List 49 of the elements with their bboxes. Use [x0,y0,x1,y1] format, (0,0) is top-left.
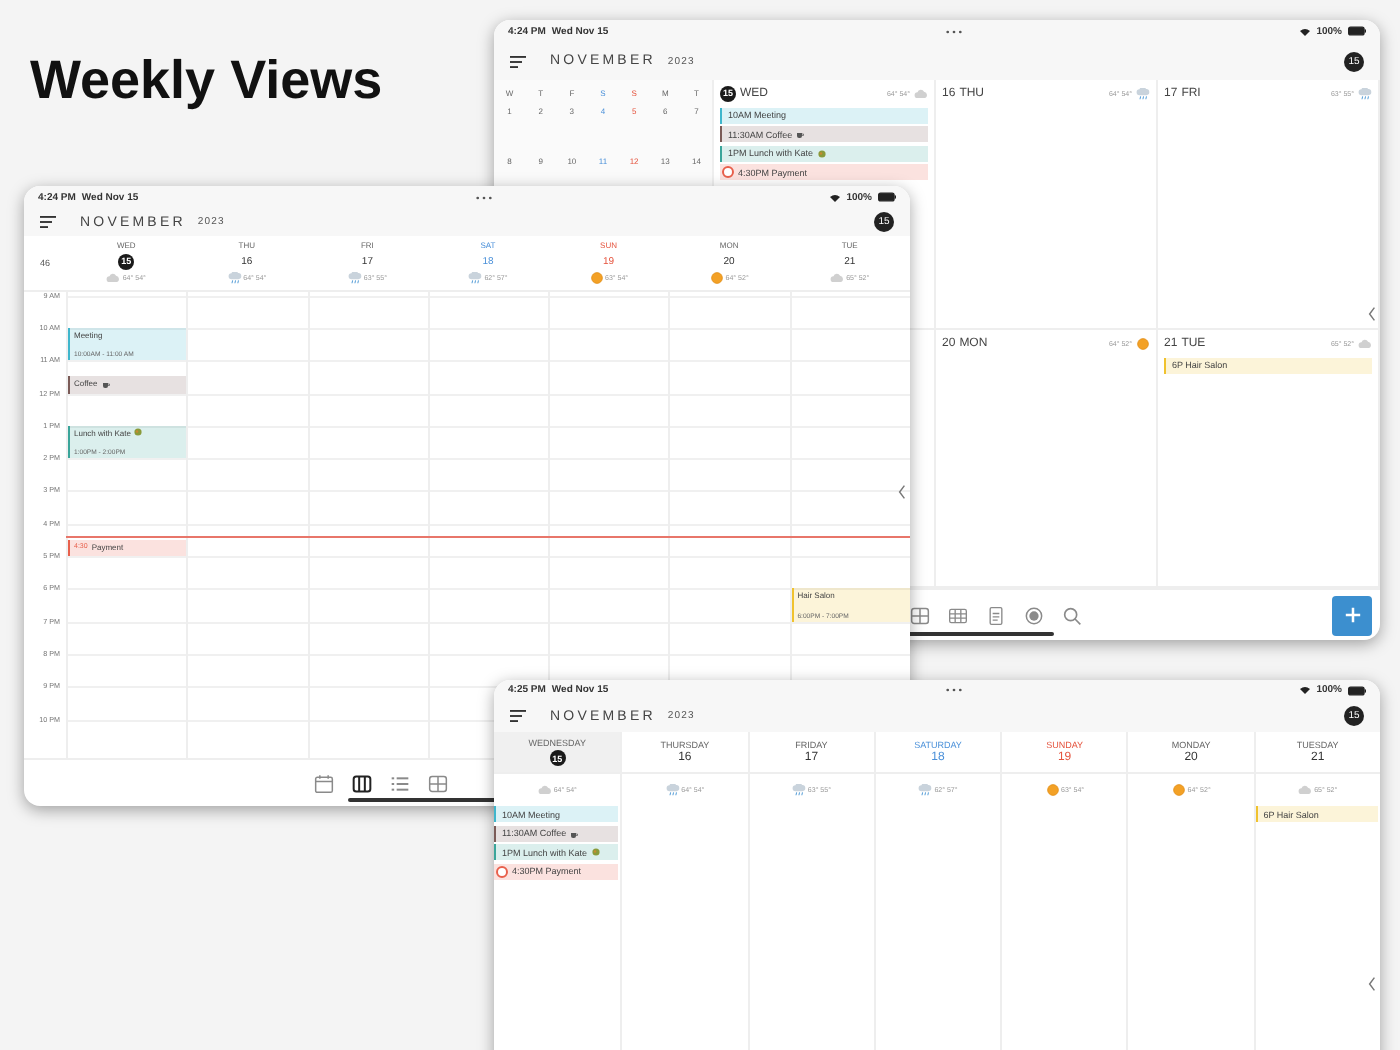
coffee-cup-icon [570,829,579,837]
rain-cloud-icon [347,272,362,284]
sun-icon [709,272,724,284]
wifi-icon [1300,27,1311,35]
cloud-icon [1298,783,1313,795]
record-icon[interactable] [1024,605,1044,625]
sun-icon [1136,337,1150,349]
rain-cloud-icon [918,783,933,795]
wifi-icon [1300,686,1311,694]
plus-icon [1343,606,1361,624]
coffee-cup-icon [796,130,805,138]
coffee-cup-icon [101,379,110,388]
list-icon[interactable] [390,773,410,793]
rain-cloud-icon [791,783,806,795]
sun-icon [1045,783,1059,795]
sun-icon [1171,783,1186,795]
cloud-icon [106,272,121,284]
sun-icon [589,272,603,284]
columns-icon[interactable] [352,773,372,793]
menu-icon[interactable] [40,216,56,228]
salad-bowl-icon [817,149,826,157]
battery-icon [1347,26,1366,36]
grid-icon[interactable] [428,773,448,793]
battery-icon [1347,685,1366,695]
table-icon[interactable] [948,605,968,625]
rain-cloud-icon [1136,87,1150,99]
add-button[interactable] [1332,595,1372,635]
rain-cloud-icon [665,783,680,795]
menu-icon[interactable] [510,55,526,67]
menu-icon[interactable] [510,710,526,722]
rain-cloud-icon [1358,87,1372,99]
battery-icon [877,192,896,202]
cloud-icon [1358,337,1372,349]
wifi-icon [830,193,841,201]
cloud-icon [537,783,552,795]
chevron-left-icon[interactable] [1368,976,1376,992]
rain-cloud-icon [468,272,483,284]
salad-bowl-icon [591,848,600,856]
chevron-left-icon[interactable] [898,484,906,500]
salad-bowl-icon [134,428,143,437]
cloud-icon [830,272,845,284]
rain-cloud-icon [227,272,242,284]
document-icon[interactable] [986,605,1006,625]
cloud-icon [914,87,928,99]
calendar-icon[interactable] [314,773,334,793]
grid-icon[interactable] [910,605,930,625]
chevron-left-icon[interactable] [1368,306,1376,322]
search-icon[interactable] [1062,605,1082,625]
headline: Weekly Views [30,48,383,112]
